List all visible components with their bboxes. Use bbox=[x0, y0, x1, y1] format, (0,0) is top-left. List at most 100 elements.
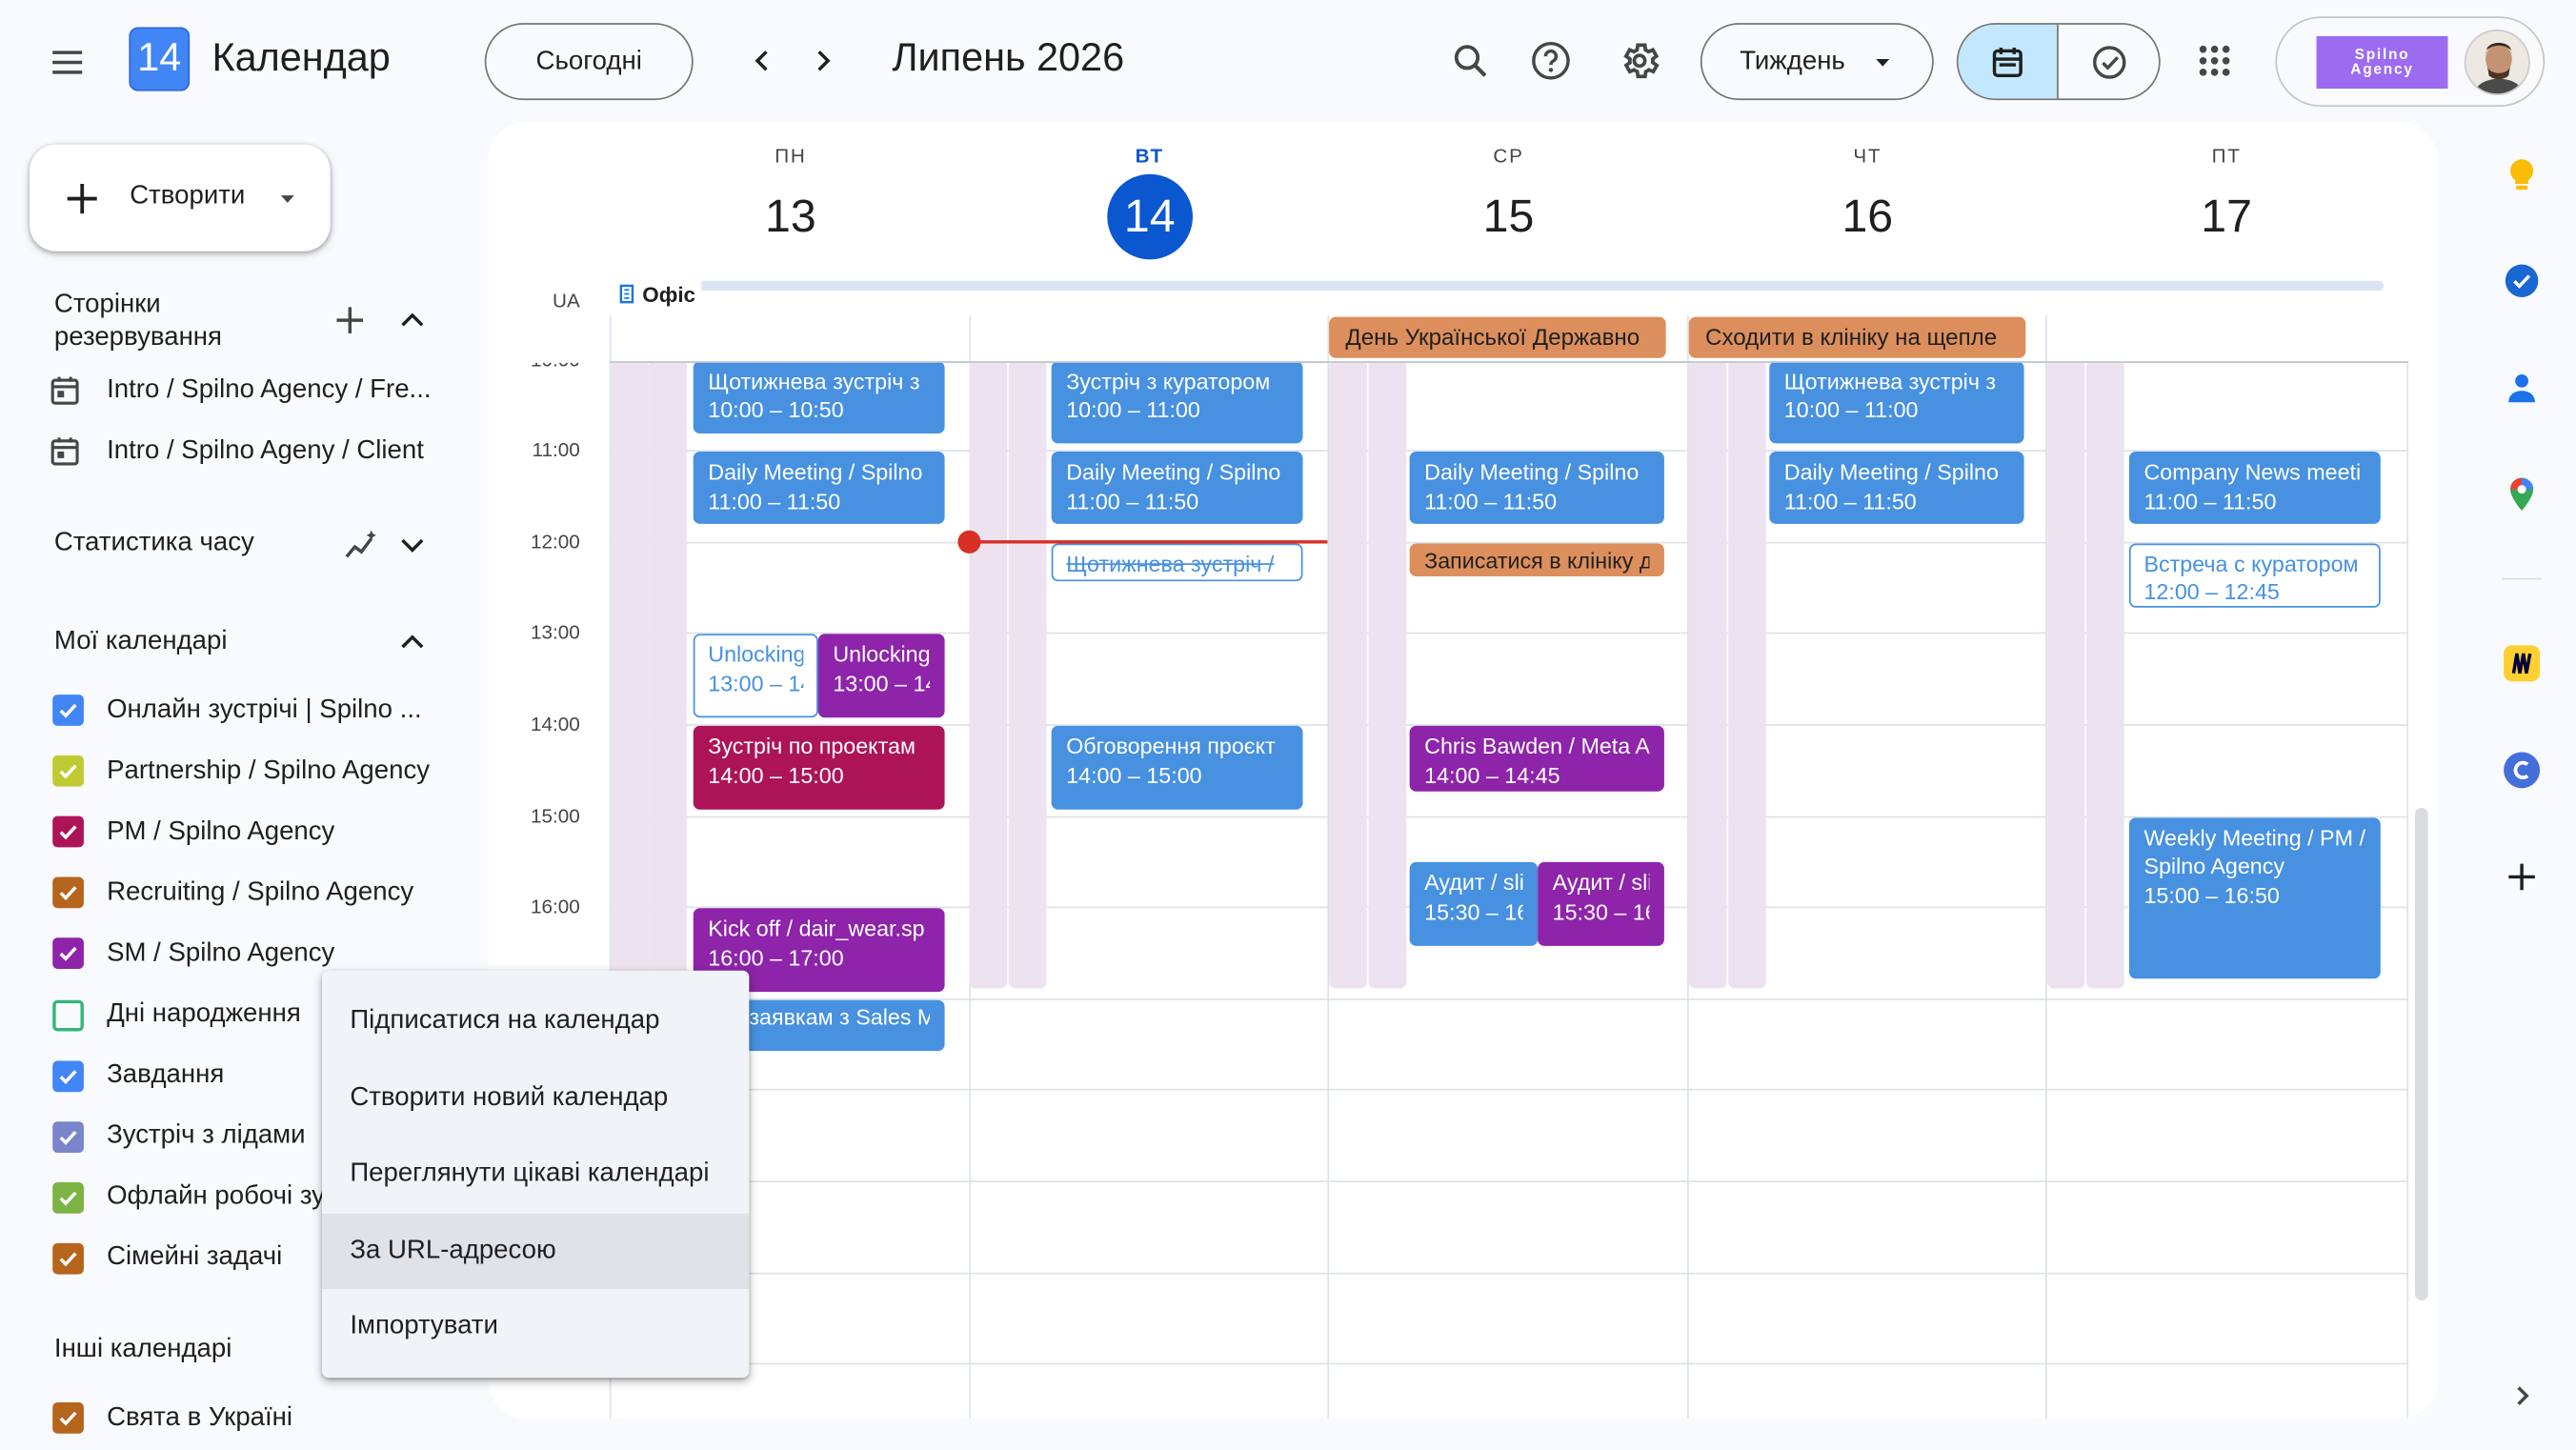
calendar-event[interactable]: заявкам з Sales M bbox=[734, 999, 945, 1052]
create-button[interactable]: Створити bbox=[30, 144, 331, 252]
calendar-checkbox[interactable] bbox=[52, 1059, 84, 1092]
calendar-list-item[interactable]: Онлайн зустрічі | Spilno ... bbox=[0, 680, 460, 741]
calendar-event[interactable]: Щотижнева зустріч / bbox=[1051, 543, 1303, 581]
day-number[interactable]: 16 bbox=[1824, 174, 1910, 260]
event-title: Chris Bawden / Meta A bbox=[1424, 734, 1650, 759]
menu-item[interactable]: Підписатися на календар bbox=[322, 983, 749, 1059]
expand-time-stats-button[interactable] bbox=[391, 524, 433, 567]
main-menu-button[interactable] bbox=[34, 30, 100, 95]
search-icon bbox=[1454, 45, 1487, 77]
view-selector[interactable]: Тиждень bbox=[1700, 23, 1934, 101]
day-header[interactable]: СР 15 bbox=[1329, 122, 1688, 260]
calendar-checkbox[interactable] bbox=[52, 876, 84, 909]
calendar-list-item[interactable]: Свята в Україні bbox=[0, 1388, 460, 1449]
search-button[interactable] bbox=[1438, 28, 1503, 93]
focus-time-block[interactable] bbox=[969, 362, 1008, 990]
calendar-event[interactable]: Зустріч з куратором 10:00 – 11:00 bbox=[1051, 362, 1303, 445]
calendar-event[interactable]: Зустріч по проектам 14:00 – 15:00 bbox=[693, 725, 945, 810]
tasks-addon[interactable] bbox=[2494, 252, 2550, 309]
calendar-checkbox[interactable] bbox=[52, 695, 84, 726]
get-addons-button[interactable] bbox=[2494, 849, 2550, 905]
menu-item[interactable]: За URL-адресою bbox=[322, 1212, 750, 1290]
booking-item[interactable]: Intro / Spilno Agency / Fre... bbox=[0, 359, 460, 420]
calendar-event[interactable]: Daily Meeting / Spilno 11:00 – 11:50 bbox=[1769, 452, 2024, 525]
calendar-event[interactable]: Chris Bawden / Meta A 14:00 – 14:45 bbox=[1409, 725, 1664, 792]
focus-time-block[interactable] bbox=[649, 362, 687, 990]
calendar-mode-button[interactable] bbox=[1958, 24, 2059, 99]
focus-time-block[interactable] bbox=[1688, 362, 1727, 990]
calendar-checkbox[interactable] bbox=[52, 1402, 84, 1434]
calendar-event[interactable]: Daily Meeting / Spilno 11:00 – 11:50 bbox=[1409, 452, 1664, 525]
keep-bulb-icon bbox=[2510, 159, 2534, 191]
calendar-checkbox[interactable] bbox=[52, 937, 84, 970]
calendar-event[interactable]: Аудит / sli 15:30 – 16: bbox=[1538, 862, 1664, 947]
day-number[interactable]: 17 bbox=[2184, 174, 2269, 260]
focus-time-block[interactable] bbox=[1329, 362, 1367, 990]
day-name: ПТ bbox=[2211, 144, 2242, 168]
today-button[interactable]: Сьогодні bbox=[484, 23, 694, 101]
collapse-my-calendars-button[interactable] bbox=[391, 621, 433, 664]
calendar-event[interactable]: Unlocking 13:00 – 14 bbox=[817, 634, 945, 718]
grid-scrollbar[interactable] bbox=[2415, 808, 2428, 1301]
calendar-event[interactable]: Daily Meeting / Spilno 11:00 – 11:50 bbox=[1051, 452, 1303, 525]
time-grid[interactable]: 10:00 11:00 12:00 13:00 14:00 15:00 16:00 Щотиж… bbox=[488, 362, 2438, 1420]
maps-addon[interactable] bbox=[2494, 467, 2550, 523]
focus-time-block[interactable] bbox=[611, 362, 650, 990]
focus-time-block[interactable] bbox=[2086, 362, 2124, 990]
calendar-checkbox[interactable] bbox=[52, 1181, 84, 1214]
day-header[interactable]: ЧТ 16 bbox=[1688, 122, 2047, 260]
day-number[interactable]: 13 bbox=[748, 174, 834, 260]
calendar-logo[interactable]: 14 bbox=[129, 27, 191, 92]
all-day-event[interactable]: Сходити в клініку на щепле bbox=[1688, 316, 2026, 358]
day-number[interactable]: 14 bbox=[1106, 173, 1193, 260]
day-header[interactable]: ПТ 17 bbox=[2047, 122, 2406, 260]
time-stats-button[interactable] bbox=[340, 524, 383, 567]
collapse-booking-button[interactable] bbox=[391, 299, 433, 342]
calendar-event[interactable]: Daily Meeting / Spilno 11:00 – 11:50 bbox=[693, 452, 945, 525]
calendar-checkbox[interactable] bbox=[52, 816, 84, 848]
day-number[interactable]: 15 bbox=[1466, 174, 1552, 260]
calendar-list-item[interactable]: PM / Spilno Agency bbox=[0, 801, 460, 862]
focus-time-block[interactable] bbox=[1728, 362, 1766, 990]
hide-side-panel-button[interactable] bbox=[2494, 1368, 2550, 1424]
calendar-event[interactable]: Обговорення проєкт 14:00 – 15:00 bbox=[1051, 725, 1303, 810]
focus-time-block[interactable] bbox=[1368, 362, 1407, 990]
calendar-list-item[interactable]: Recruiting / Spilno Agency bbox=[0, 862, 460, 923]
tasks-mode-button[interactable] bbox=[2059, 25, 2159, 99]
add-booking-button[interactable] bbox=[329, 299, 372, 342]
calendar-checkbox[interactable] bbox=[52, 755, 84, 787]
canva-addon[interactable] bbox=[2494, 742, 2550, 798]
account-switcher[interactable]: Spilno Agency bbox=[2275, 16, 2546, 108]
calendar-event[interactable]: Company News meeti 11:00 – 11:50 bbox=[2128, 452, 2381, 525]
keep-addon[interactable] bbox=[2494, 146, 2550, 202]
menu-item[interactable]: Переглянути цікаві календарі bbox=[322, 1137, 749, 1213]
calendar-list-item[interactable]: Partnership / Spilno Agency bbox=[0, 741, 460, 802]
day-header[interactable]: ПН 13 bbox=[612, 122, 971, 260]
calendar-checkbox[interactable] bbox=[52, 1120, 84, 1153]
avatar[interactable] bbox=[2464, 30, 2530, 95]
prev-week-button[interactable] bbox=[730, 28, 795, 93]
miro-addon[interactable] bbox=[2494, 635, 2550, 692]
calendar-event[interactable]: Встреча с куратором 12:00 – 12:45 bbox=[2128, 543, 2381, 609]
calendar-event[interactable]: Аудит / sli 15:30 – 16: bbox=[1409, 862, 1539, 947]
calendar-event[interactable]: Щотижнева зустріч з 10:00 – 10:50 bbox=[693, 362, 945, 433]
menu-item[interactable]: Імпортувати bbox=[322, 1289, 749, 1365]
day-header[interactable]: ВТ 14 bbox=[970, 122, 1329, 260]
calendar-event[interactable]: Unlocking 13:00 – 14 bbox=[693, 634, 818, 718]
menu-item[interactable]: Створити новий календар bbox=[322, 1060, 749, 1137]
booking-item[interactable]: Intro / Spilno Ageny / Client bbox=[0, 420, 460, 481]
calendar-event[interactable]: Weekly Meeting / PM / Spilno Agency 15:00… bbox=[2128, 816, 2381, 978]
all-day-event[interactable]: День Української Державно bbox=[1329, 316, 1666, 358]
calendar-checkbox[interactable] bbox=[52, 1242, 84, 1275]
next-week-button[interactable] bbox=[790, 28, 855, 93]
settings-button[interactable] bbox=[1607, 28, 1673, 93]
calendar-event[interactable]: Записатися в клініку да bbox=[1409, 543, 1664, 577]
focus-time-block[interactable] bbox=[1008, 362, 1047, 990]
apps-button[interactable] bbox=[2182, 28, 2247, 93]
help-button[interactable] bbox=[1518, 28, 1583, 93]
working-location-chip[interactable]: Офіс bbox=[613, 280, 702, 308]
calendar-event[interactable]: Щотижнева зустріч з 10:00 – 11:00 bbox=[1769, 362, 2024, 445]
calendar-checkbox[interactable] bbox=[52, 998, 84, 1031]
focus-time-block[interactable] bbox=[2046, 362, 2085, 990]
contacts-addon[interactable] bbox=[2494, 359, 2550, 415]
